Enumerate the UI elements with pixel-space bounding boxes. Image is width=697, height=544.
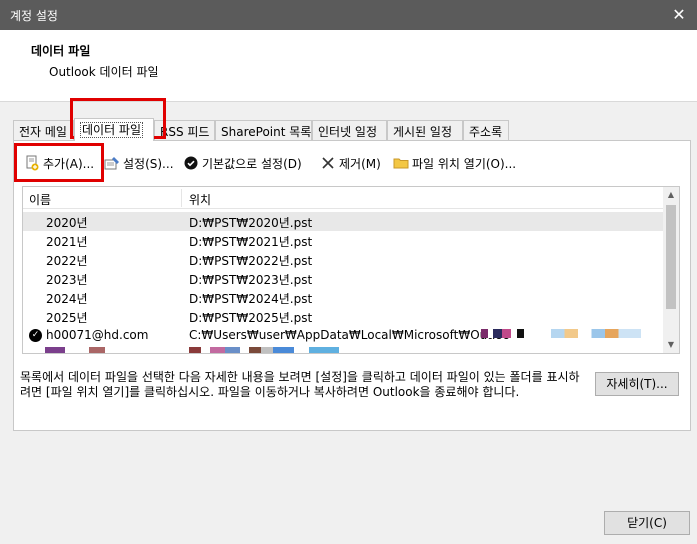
- set-default-button[interactable]: 기본값으로 설정(D): [183, 152, 302, 174]
- page-subtitle: Outlook 데이터 파일: [49, 65, 159, 79]
- highlight-box: [14, 143, 104, 182]
- table-row[interactable]: 2023년 D:₩PST₩2023년.pst: [23, 269, 664, 288]
- table-row[interactable]: 2021년 D:₩PST₩2021년.pst: [23, 231, 664, 250]
- table-row[interactable]: 2020년 D:₩PST₩2020년.pst: [23, 212, 664, 231]
- close-icon[interactable]: ✕: [667, 3, 691, 27]
- obscured-region: [481, 329, 541, 338]
- tab-sharepoint-lists[interactable]: SharePoint 목록: [215, 120, 312, 140]
- help-text: 목록에서 데이터 파일을 선택한 다음 자세한 내용을 보려면 [설정]을 클릭…: [20, 370, 580, 399]
- scroll-thumb[interactable]: [666, 205, 676, 309]
- obscured-region: [551, 329, 641, 338]
- column-divider[interactable]: [181, 189, 182, 207]
- table-row[interactable]: 2024년 D:₩PST₩2024년.pst: [23, 288, 664, 307]
- check-circle-icon: [183, 155, 199, 171]
- table-row[interactable]: 2025년 D:₩PST₩2025년.pst: [23, 307, 664, 326]
- close-button[interactable]: 닫기(C): [604, 511, 690, 535]
- list-scrollbar[interactable]: ▲ ▼: [663, 187, 679, 353]
- scroll-down-icon[interactable]: ▼: [663, 337, 679, 353]
- tab-internet-calendars[interactable]: 인터넷 일정: [312, 120, 387, 140]
- window-title: 계정 설정: [10, 9, 58, 23]
- settings-icon: [104, 155, 120, 171]
- scroll-up-icon[interactable]: ▲: [663, 187, 679, 203]
- list-header: 이름 위치: [23, 187, 664, 209]
- column-header-location[interactable]: 위치: [189, 191, 211, 208]
- settings-button[interactable]: 설정(S)...: [104, 152, 174, 174]
- title-bar: 계정 설정 ✕: [0, 0, 697, 30]
- obscured-region: [45, 347, 65, 353]
- details-button[interactable]: 자세히(T)...: [595, 372, 679, 396]
- toolbar: 추가(A)... 설정(S)... 기본값으로 설정(D) 제거(M) 파일 위…: [14, 152, 690, 174]
- folder-icon: [393, 155, 409, 171]
- tab-data-files[interactable]: 데이터 파일: [74, 118, 154, 141]
- remove-button[interactable]: 제거(M): [320, 152, 381, 174]
- obscured-region: [189, 347, 339, 353]
- default-check-icon: ✓: [29, 329, 42, 342]
- tab-published-calendars[interactable]: 게시된 일정: [387, 120, 463, 140]
- data-file-list: 이름 위치 2020년 D:₩PST₩2020년.pst 2021년 D:₩PS…: [22, 186, 680, 354]
- obscured-region: [89, 347, 105, 353]
- column-header-name[interactable]: 이름: [29, 191, 51, 208]
- dialog-header: 데이터 파일 Outlook 데이터 파일: [0, 30, 697, 102]
- table-row[interactable]: 2022년 D:₩PST₩2022년.pst: [23, 250, 664, 269]
- open-file-location-button[interactable]: 파일 위치 열기(O)...: [393, 152, 516, 174]
- remove-x-icon: [320, 155, 336, 171]
- data-files-panel: 추가(A)... 설정(S)... 기본값으로 설정(D) 제거(M) 파일 위…: [13, 140, 691, 431]
- page-title: 데이터 파일: [31, 44, 91, 58]
- tab-email[interactable]: 전자 메일: [13, 120, 74, 140]
- tab-address-books[interactable]: 주소록: [463, 120, 509, 140]
